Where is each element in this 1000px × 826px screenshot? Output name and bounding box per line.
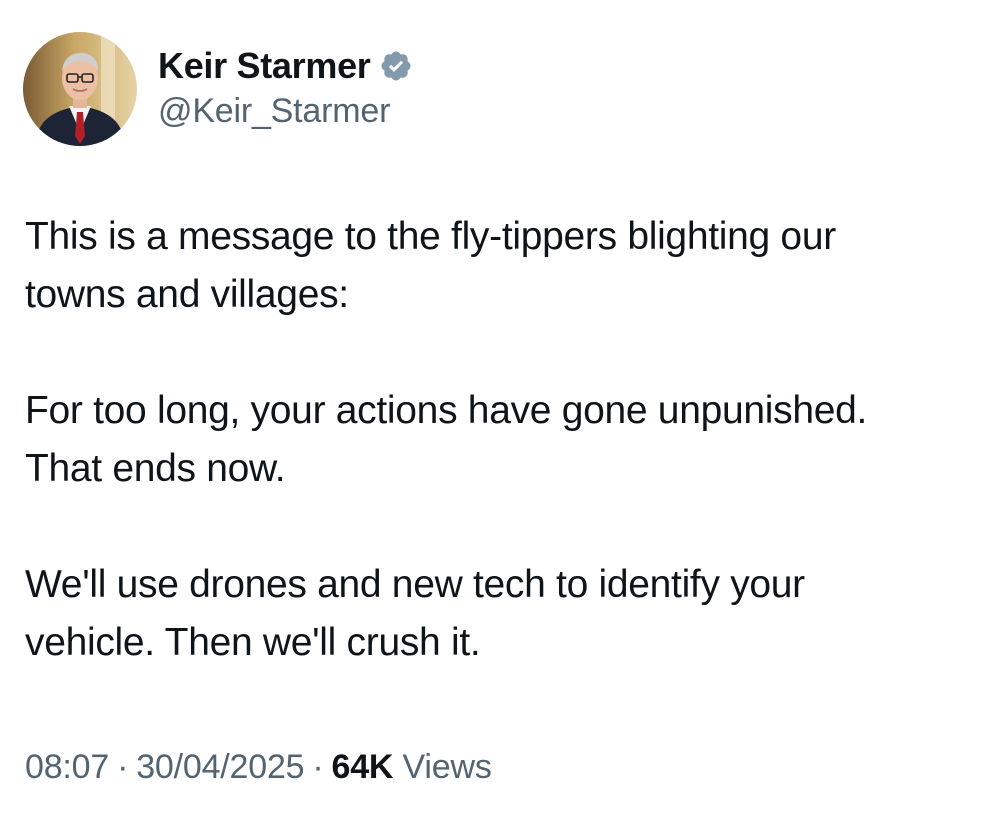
timestamp-date[interactable]: 30/04/2025 [136,748,304,786]
timestamp-time[interactable]: 08:07 [25,748,109,786]
tweet-line: We'll use drones and new tech to identif… [25,563,805,606]
separator-dot: · [117,748,129,786]
tweet-line: That ends now. [25,447,286,490]
tweet-paragraph: For too long, your actions have gone unp… [25,382,985,498]
tweet-meta: 08:07 · 30/04/2025 · 64K Views [25,748,492,787]
avatar-portrait-icon [23,32,137,146]
handle[interactable]: @Keir_Starmer [158,92,413,131]
tweet-line: For too long, your actions have gone unp… [25,389,868,432]
tweet-text: This is a message to the fly-tippers bli… [25,208,985,672]
tweet-paragraph: This is a message to the fly-tippers bli… [25,208,985,324]
avatar[interactable] [23,32,137,146]
display-name[interactable]: Keir Starmer [158,45,371,87]
author-block: Keir Starmer @Keir_Starmer [158,44,413,131]
tweet-line: vehicle. Then we'll crush it. [25,621,481,664]
views-count: 64K [331,748,394,786]
tweet-line: towns and villages: [25,273,349,316]
name-row: Keir Starmer [158,44,413,88]
views-label: Views [402,748,492,786]
tweet-paragraph: We'll use drones and new tech to identif… [25,556,985,672]
tweet-line: This is a message to the fly-tippers bli… [25,215,836,258]
verified-badge-icon[interactable] [379,49,413,83]
separator-dot: · [312,748,324,786]
tweet-card: Keir Starmer @Keir_Starmer This is a mes… [0,0,1000,826]
